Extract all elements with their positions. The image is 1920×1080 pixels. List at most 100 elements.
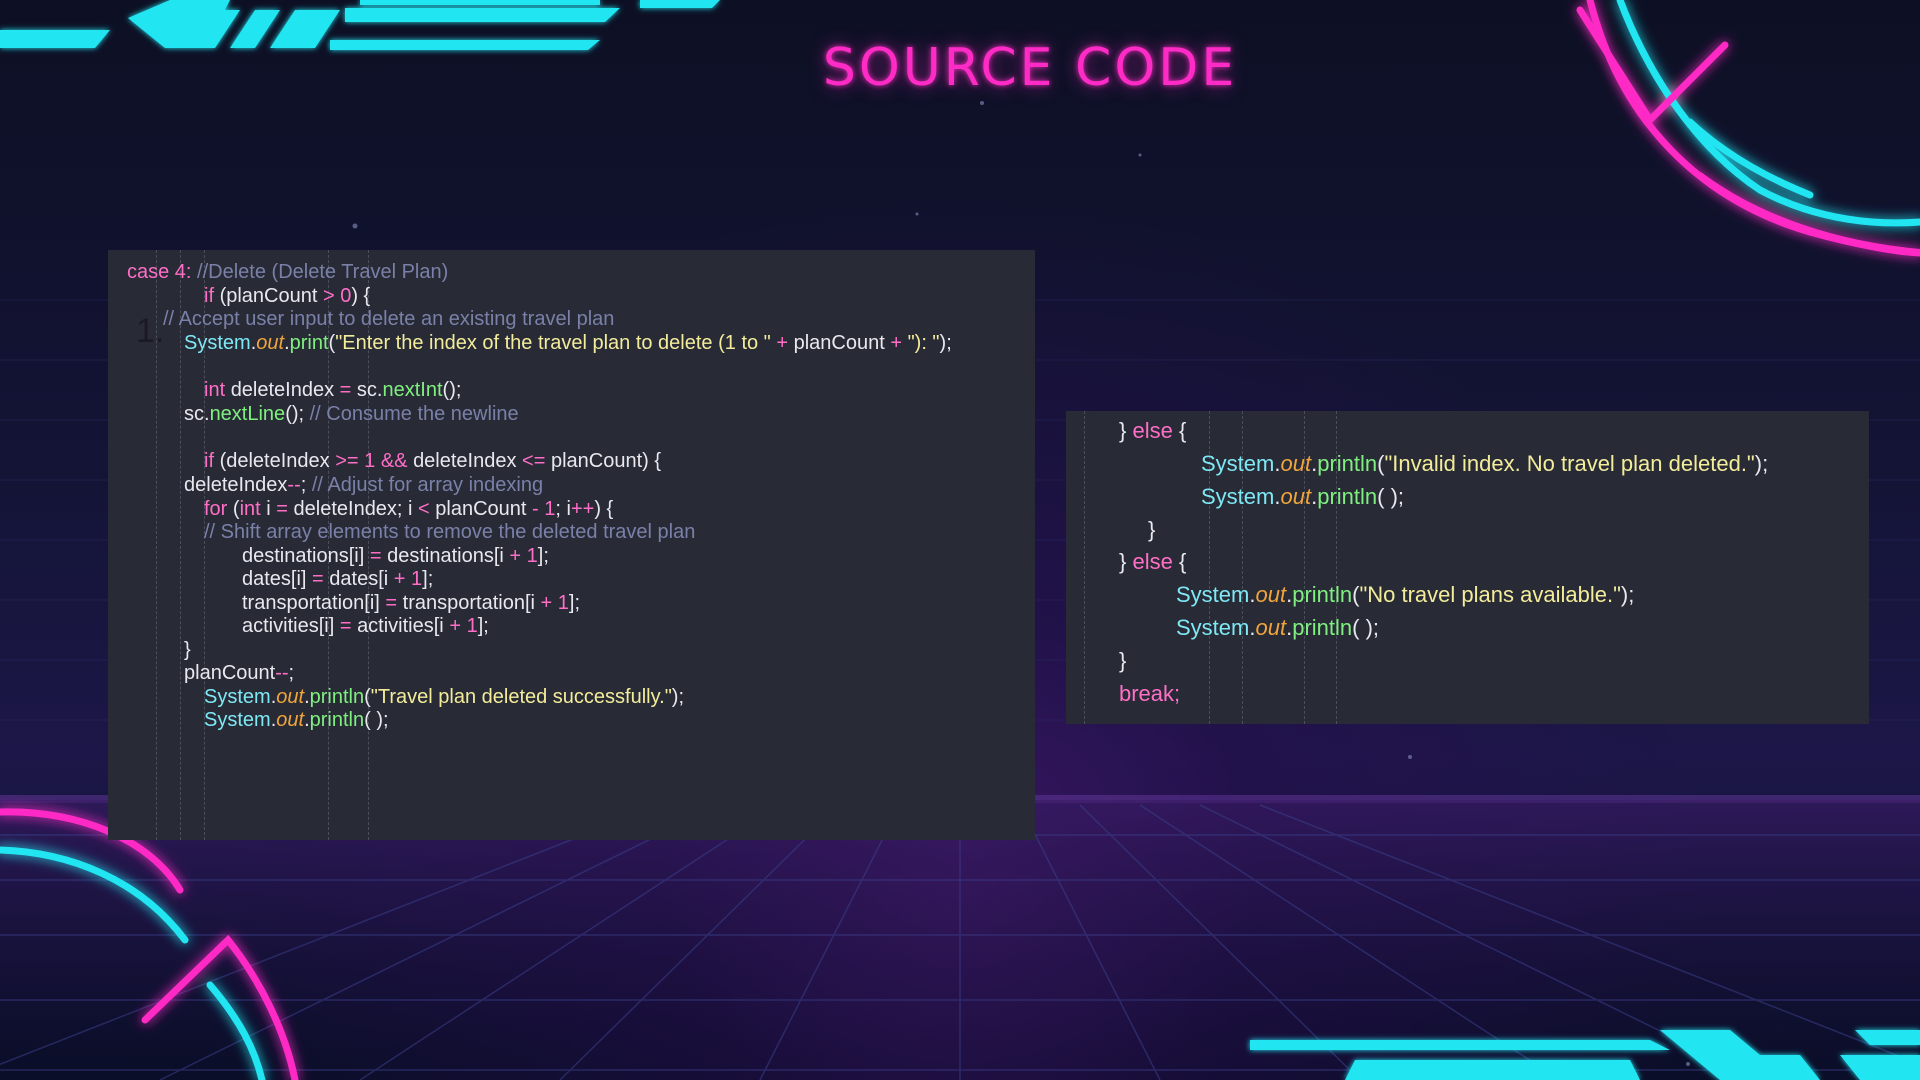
code-token: (	[364, 686, 371, 708]
code-token: case 4:	[127, 261, 198, 283]
code-token: int	[239, 498, 267, 520]
code-token: 1	[411, 568, 423, 590]
code-token: (deleteIndex	[219, 450, 336, 472]
code-token: transportation[i	[402, 592, 541, 614]
code-left-line: System.out.println( );	[204, 708, 389, 732]
code-token: System	[1176, 582, 1250, 607]
code-token: activities[i]	[242, 615, 340, 637]
code-token: ];	[537, 545, 549, 567]
code-token: System	[204, 709, 271, 731]
code-left-line: destinations[i] = destinations[i + 1];	[242, 544, 549, 568]
code-token: if	[204, 285, 220, 307]
code-token: ( );	[364, 709, 389, 731]
code-left-line: // Accept user input to delete an existi…	[163, 307, 614, 331]
code-right-line: break;	[1119, 681, 1180, 707]
code-token: out	[256, 332, 285, 354]
code-panel-right: } else {System.out.println("Invalid inde…	[1066, 411, 1869, 724]
code-token: println	[309, 686, 365, 708]
code-token: destinations[i]	[242, 545, 370, 567]
code-token: =	[339, 615, 358, 637]
code-right-line: }	[1119, 648, 1126, 674]
code-token: 1	[557, 592, 569, 614]
code-token: );	[939, 332, 952, 354]
code-token: // Consume the newline	[309, 403, 519, 425]
code-token: ;	[300, 474, 312, 496]
code-token: (	[232, 498, 240, 520]
code-token: );	[1754, 451, 1769, 476]
code-token: // Shift array elements to remove the de…	[204, 521, 696, 543]
code-token: out	[1255, 582, 1287, 607]
code-token: System	[1176, 615, 1250, 640]
code-token: {	[1178, 418, 1187, 443]
code-token: dates[i]	[242, 568, 313, 590]
code-token: ];	[422, 568, 434, 590]
code-token: System	[184, 332, 251, 354]
code-token: print	[289, 332, 329, 354]
truncated-line-remnant	[1066, 411, 1869, 417]
code-token: );	[1620, 582, 1635, 607]
code-token: deleteIndex	[413, 450, 523, 472]
code-token: deleteIndex	[230, 379, 340, 401]
code-token: =	[385, 592, 403, 614]
code-token: System	[204, 686, 271, 708]
code-token: =	[276, 498, 294, 520]
code-token: >	[322, 285, 341, 307]
code-token: 1	[466, 615, 478, 637]
code-token: for	[204, 498, 233, 520]
code-token: println	[309, 709, 365, 731]
code-token: "No travel plans available."	[1359, 582, 1621, 607]
code-token: out	[1280, 484, 1312, 509]
code-token: }	[1119, 549, 1133, 574]
code-token: println	[1317, 451, 1378, 476]
code-token: }	[1119, 648, 1127, 673]
code-token: +	[884, 332, 908, 354]
code-token: ;	[288, 662, 295, 684]
code-token: println	[1292, 615, 1353, 640]
code-token: int	[204, 379, 231, 401]
code-left-line: planCount--;	[184, 661, 294, 685]
code-left-line: // Shift array elements to remove the de…	[204, 520, 695, 544]
code-token: ];	[568, 592, 581, 614]
code-token: System	[1201, 451, 1275, 476]
code-token: }	[184, 639, 191, 661]
code-token: ];	[477, 615, 489, 637]
code-token: // Accept user input to delete an existi…	[163, 308, 615, 330]
code-token: // Adjust for array indexing	[311, 474, 544, 496]
code-token: planCount) {	[550, 450, 662, 472]
code-left-line: System.out.println("Travel plan deleted …	[204, 685, 684, 709]
code-token: sc.	[356, 379, 383, 401]
code-token: System	[1201, 484, 1275, 509]
code-token: "): "	[907, 332, 940, 354]
code-token: "Enter the index of the travel plan to d…	[335, 332, 771, 354]
code-token: }	[1148, 517, 1156, 542]
code-token: dates[i	[329, 568, 394, 590]
code-token: =	[339, 379, 357, 401]
code-token: );	[671, 686, 685, 708]
code-token: nextLine	[209, 403, 286, 425]
code-token: println	[1317, 484, 1378, 509]
code-token: destinations[i	[387, 545, 510, 567]
code-left-line: }	[184, 638, 191, 662]
code-token: planCount	[435, 498, 533, 520]
code-panel-left: case 4: //Delete (Delete Travel Plan) if …	[108, 250, 1035, 840]
code-token: +	[770, 332, 794, 354]
code-token: planCount	[184, 662, 276, 684]
code-token: "Invalid index. No travel plan deleted."	[1384, 451, 1755, 476]
code-token: 1	[526, 545, 538, 567]
code-token: 1	[364, 450, 381, 472]
code-token: ();	[442, 379, 462, 401]
code-token: --	[275, 662, 289, 684]
code-left-line: sc.nextLine(); // Consume the newline	[184, 402, 519, 426]
code-right-line: System.out.println("No travel plans avai…	[1176, 582, 1634, 608]
code-left-line: for (int i = deleteIndex; i < planCount …	[204, 497, 613, 521]
code-left-line: if (deleteIndex >= 1 && deleteIndex <= p…	[204, 449, 661, 473]
code-token: println	[1292, 582, 1353, 607]
code-token: -	[532, 498, 545, 520]
code-token: else	[1132, 549, 1179, 574]
code-token: ++	[570, 498, 595, 520]
code-token: {	[1178, 549, 1187, 574]
code-token: out	[1255, 615, 1287, 640]
page-title: SOURCE CODE	[822, 38, 1238, 98]
code-token: activities[i	[357, 615, 450, 637]
code-token: +	[393, 568, 412, 590]
